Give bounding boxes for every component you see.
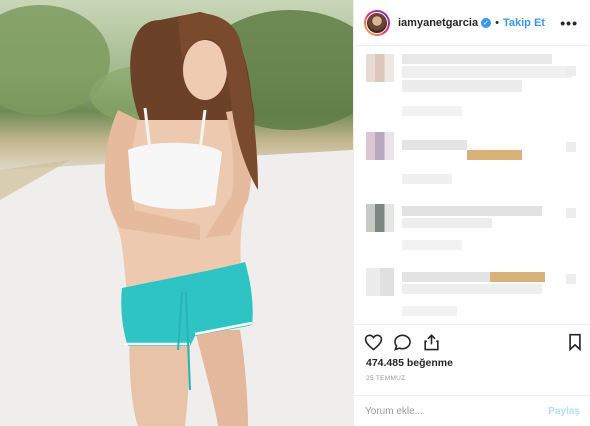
pixelated-comment-text bbox=[402, 206, 542, 216]
more-dots-icon[interactable]: ••• bbox=[560, 15, 578, 31]
pixelated-avatar bbox=[366, 268, 394, 296]
comment-input[interactable] bbox=[365, 405, 535, 417]
comments-list bbox=[354, 46, 590, 324]
heart-icon[interactable] bbox=[364, 333, 383, 356]
pixelated-avatar bbox=[366, 132, 394, 160]
pixelated-comment-text bbox=[402, 66, 572, 78]
pixelated-comment-text bbox=[402, 284, 542, 294]
username-link[interactable]: iamyanetgarcia bbox=[398, 17, 478, 29]
pixelated-comment-text bbox=[402, 54, 552, 64]
pixelated-meta bbox=[402, 306, 457, 316]
verified-badge-icon: ✓ bbox=[481, 17, 492, 28]
bookmark-icon[interactable] bbox=[567, 333, 583, 356]
post-photo[interactable] bbox=[0, 0, 353, 426]
pixelated-comment-text bbox=[490, 272, 545, 282]
pixelated-comment-text bbox=[402, 140, 467, 150]
add-comment-form: Paylaş bbox=[354, 395, 590, 426]
instagram-post: iamyanetgarcia ✓ • Takip Et ••• 474.485 … bbox=[0, 0, 590, 426]
pixelated-meta bbox=[402, 174, 452, 184]
pixelated-like-icon bbox=[566, 274, 576, 284]
follow-button[interactable]: Takip Et bbox=[503, 17, 545, 29]
pixelated-comment-text bbox=[467, 150, 522, 160]
post-sidebar: iamyanetgarcia ✓ • Takip Et ••• 474.485 … bbox=[353, 0, 590, 426]
pixelated-meta bbox=[402, 106, 462, 116]
comment-bubble-icon[interactable] bbox=[393, 333, 412, 356]
header-separator: • bbox=[495, 16, 499, 29]
action-bar bbox=[354, 324, 590, 356]
pixelated-avatar bbox=[366, 54, 394, 82]
post-date[interactable]: 25 TEMMUZ bbox=[366, 375, 405, 382]
pixelated-like-icon bbox=[566, 66, 576, 76]
pixelated-avatar bbox=[366, 204, 394, 232]
post-comment-button[interactable]: Paylaş bbox=[548, 406, 580, 417]
pixelated-comment-text bbox=[402, 218, 492, 228]
avatar-photo bbox=[366, 11, 388, 34]
pixelated-like-icon bbox=[566, 208, 576, 218]
pixelated-comment-text bbox=[402, 80, 522, 92]
pixelated-meta bbox=[402, 240, 462, 250]
post-header: iamyanetgarcia ✓ • Takip Et ••• bbox=[354, 0, 590, 46]
pixelated-comment-text bbox=[402, 272, 490, 282]
photo-illustration bbox=[0, 5, 353, 426]
likes-count[interactable]: 474.485 beğenme bbox=[366, 357, 453, 369]
pixelated-like-icon bbox=[566, 142, 576, 152]
share-icon[interactable] bbox=[422, 333, 441, 356]
avatar[interactable] bbox=[364, 9, 390, 36]
